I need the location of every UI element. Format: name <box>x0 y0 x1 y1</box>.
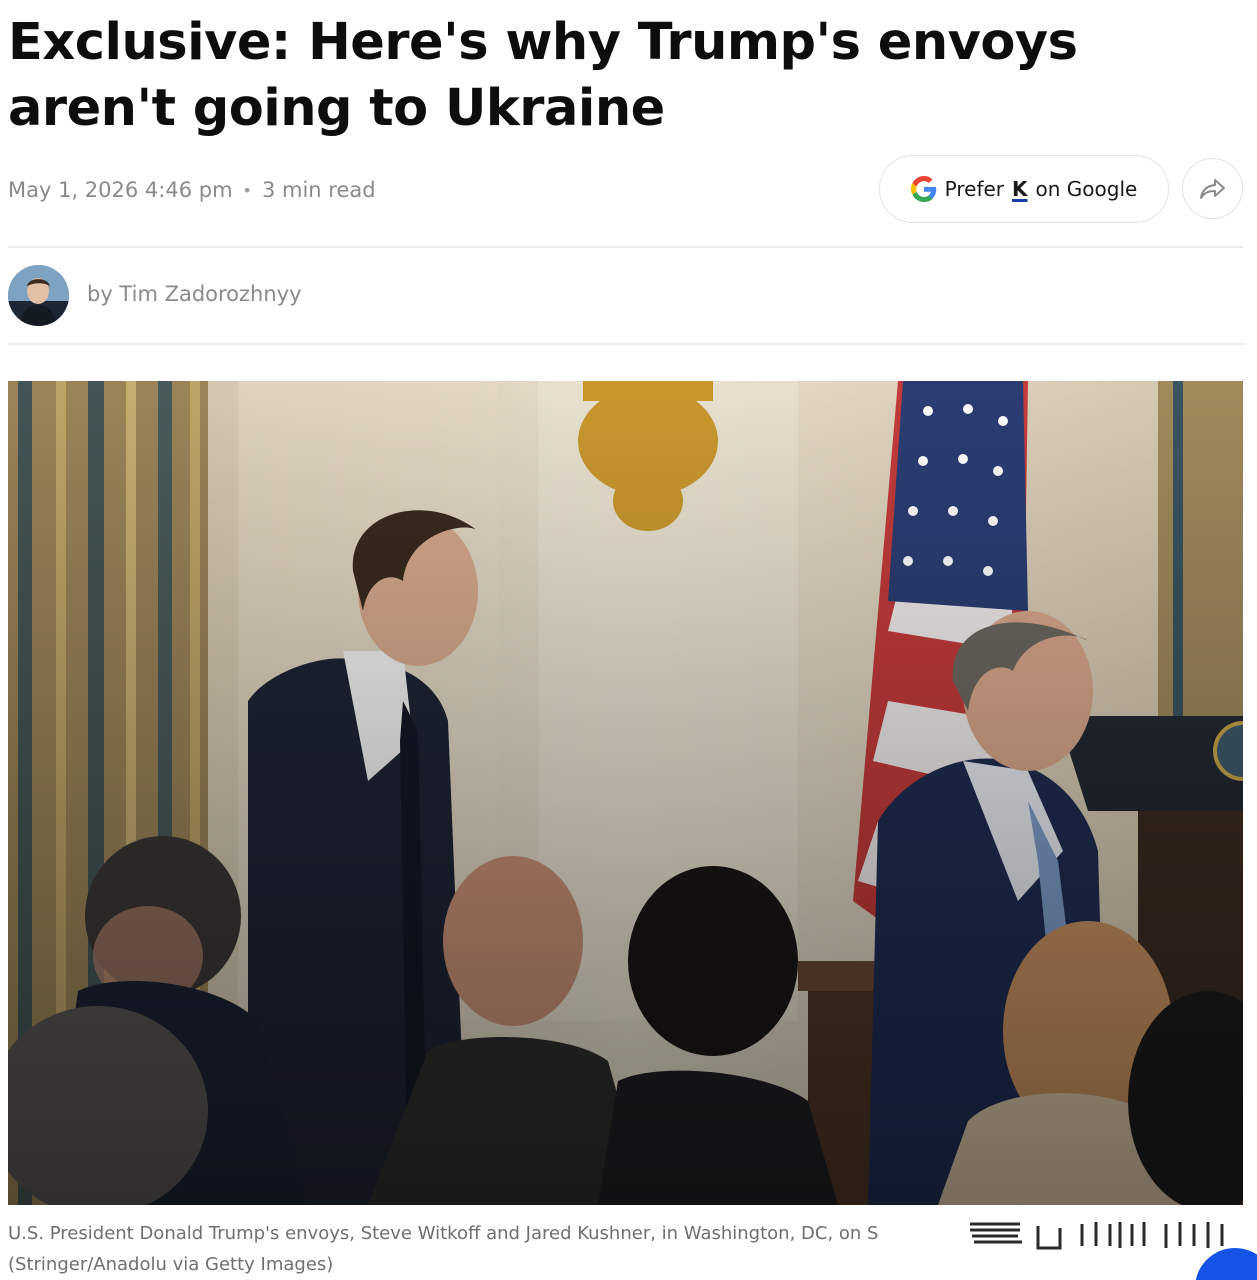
on-google-label: on Google <box>1035 177 1138 201</box>
article-meta: May 1, 2026 4:46 pm • 3 min read <box>8 174 376 206</box>
share-arrow-icon <box>1199 178 1225 199</box>
google-g-icon <box>910 176 936 202</box>
read-time: 3 min read <box>261 178 376 202</box>
divider <box>8 246 1243 248</box>
prefer-label: Prefer <box>944 177 1005 201</box>
divider <box>8 343 1243 345</box>
article-headline: Exclusive: Here's why Trump's envoys are… <box>8 13 1078 138</box>
hero-photo <box>8 381 1243 1205</box>
meta-separator: • <box>242 180 252 200</box>
publish-date: May 1, 2026 4:46 pm <box>8 178 233 202</box>
brand-logo-k: K <box>1012 177 1028 201</box>
redaction-scribble <box>970 1222 1224 1250</box>
prefer-on-google-button[interactable]: Prefer K on Google <box>879 155 1169 223</box>
share-button[interactable] <box>1182 158 1243 219</box>
author-byline[interactable]: by Tim Zadorozhnyy <box>87 282 302 306</box>
author-avatar[interactable] <box>8 265 69 326</box>
